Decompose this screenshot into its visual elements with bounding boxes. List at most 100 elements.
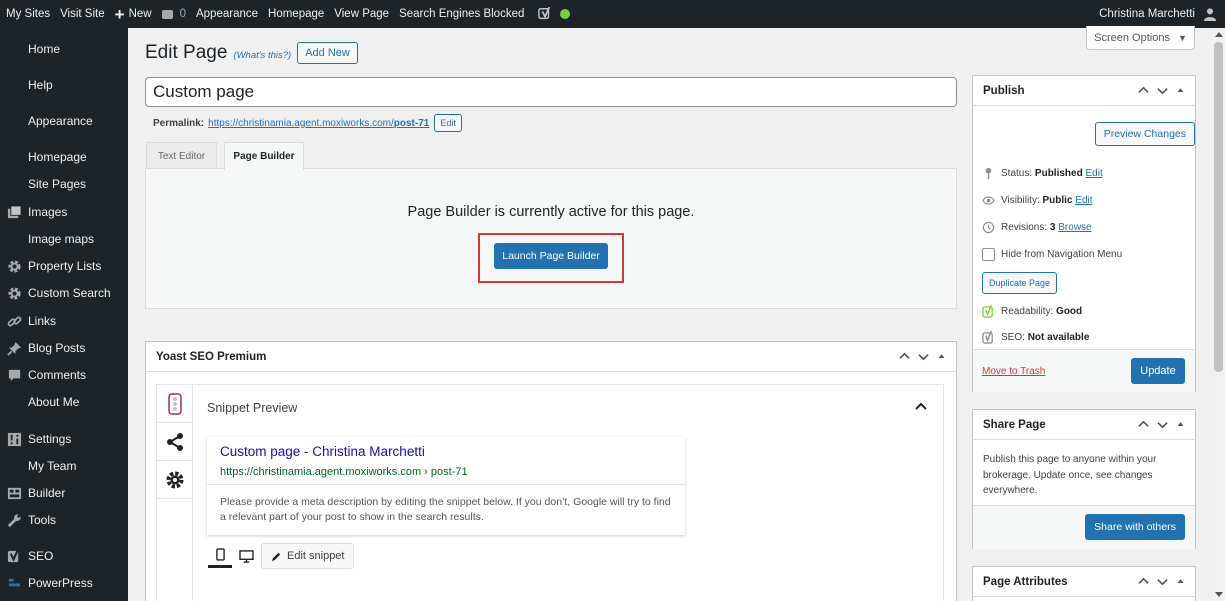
permalink-edit-button[interactable]: Edit <box>434 114 462 132</box>
toggle-panel-icon[interactable] <box>937 352 946 361</box>
hide-nav-checkbox[interactable] <box>982 248 995 261</box>
edit-snippet-button[interactable]: Edit snippet <box>261 543 355 569</box>
revisions-label: Revisions: <box>1001 222 1048 233</box>
launch-page-builder-button[interactable]: Launch Page Builder <box>494 243 608 269</box>
sidebar-item-about-me[interactable]: About Me <box>0 390 128 414</box>
tab-page-builder[interactable]: Page Builder <box>224 142 304 170</box>
sidebar-item-builder[interactable]: Builder <box>0 481 128 505</box>
status-label: Status: <box>1001 168 1033 179</box>
whats-this-link[interactable]: (What's this?) <box>233 50 291 61</box>
preview-changes-button[interactable]: Preview Changes <box>1094 122 1195 146</box>
seo-status-dot <box>560 9 571 19</box>
scroll-up-arrow[interactable] <box>1215 32 1223 37</box>
sidebar-item-appearance[interactable]: Appearance <box>0 109 128 133</box>
yoast-admin-menu[interactable] <box>529 0 575 28</box>
chevron-down-icon[interactable] <box>918 351 929 362</box>
duplicate-page-button[interactable]: Duplicate Page <box>982 272 1058 294</box>
new-content-menu[interactable]: + New <box>110 0 157 28</box>
chevron-down-icon[interactable] <box>1157 85 1168 96</box>
yoast-tab-social[interactable] <box>157 423 193 461</box>
toggle-panel-icon[interactable] <box>1176 86 1185 95</box>
wrench-icon <box>7 513 21 527</box>
tab-text-editor[interactable]: Text Editor <box>146 142 217 169</box>
sidebar-item-seo[interactable]: SEO <box>0 544 128 568</box>
mobile-preview-button[interactable] <box>208 544 232 568</box>
toggle-panel-icon[interactable] <box>1176 577 1185 586</box>
browse-revisions-link[interactable]: Browse <box>1058 222 1091 233</box>
sidebar-item-label: Builder <box>28 486 66 500</box>
scroll-down-arrow[interactable] <box>1215 592 1223 597</box>
permalink-link[interactable]: https://christinamia.agent.moxiworks.com… <box>208 118 429 129</box>
chevron-up-icon[interactable] <box>1138 419 1149 430</box>
snippet-title: Custom page - Christina Marchetti <box>220 444 425 459</box>
revisions-value: 3 <box>1049 222 1056 233</box>
sidebar-item-settings[interactable]: Settings <box>0 427 128 451</box>
chevron-up-icon[interactable] <box>1138 85 1149 96</box>
sidebar-item-blog-posts[interactable]: Blog Posts <box>0 336 128 360</box>
move-to-trash-link[interactable]: Move to Trash <box>982 366 1045 377</box>
chevron-down-icon[interactable] <box>1157 576 1168 587</box>
title-input[interactable]: Custom page <box>145 77 957 107</box>
desktop-preview-button[interactable] <box>234 544 258 568</box>
chevron-up-icon[interactable] <box>899 351 910 362</box>
add-new-button[interactable]: Add New <box>297 42 358 64</box>
powerpress-icon <box>8 578 20 586</box>
comment-bubble-icon <box>161 9 173 19</box>
page-scrollbar[interactable] <box>1212 28 1225 601</box>
page-builder-message: Page Builder is currently active for thi… <box>407 204 695 220</box>
scroll-thumb[interactable] <box>1214 42 1223 372</box>
hide-nav-row: Hide from Navigation Menu <box>982 248 1122 261</box>
page-title: Edit Page <box>145 42 228 63</box>
sidebar-item-images[interactable]: Images <box>0 200 128 224</box>
visibility-edit-link[interactable]: Edit <box>1075 195 1092 206</box>
chevron-up-icon[interactable] <box>1138 576 1149 587</box>
chevron-up-icon[interactable] <box>915 401 927 411</box>
update-button[interactable]: Update <box>1131 358 1185 384</box>
sidebar-item-label: PowerPress <box>28 576 93 590</box>
publish-actions: Move to Trash Update <box>973 349 1195 392</box>
sidebar-item-my-team[interactable]: My Team <box>0 454 128 478</box>
publish-box-header: Publish <box>973 76 1195 106</box>
share-box-title: Share Page <box>983 418 1046 431</box>
sidebar-item-custom-search[interactable]: Custom Search <box>0 281 128 305</box>
status-edit-link[interactable]: Edit <box>1086 168 1103 179</box>
yoast-tab-settings[interactable] <box>157 461 193 499</box>
yoast-tab-seo[interactable] <box>157 385 193 423</box>
sidebar-item-help[interactable]: Help <box>0 73 128 97</box>
appearance-link[interactable]: Appearance <box>191 0 263 28</box>
comments-link[interactable]: 0 <box>157 0 191 28</box>
sidebar-item-image-maps[interactable]: Image maps <box>0 227 128 251</box>
edit-snippet-label: Edit snippet <box>287 550 345 562</box>
sidebar-item-homepage[interactable]: Homepage <box>0 145 128 169</box>
sidebar-item-links[interactable]: Links <box>0 309 128 333</box>
toggle-panel-icon[interactable] <box>1176 420 1185 429</box>
chevron-down-icon[interactable] <box>1157 419 1168 430</box>
page-builder-panel: Page Builder is currently active for thi… <box>145 168 957 309</box>
seo-value: Not available <box>1027 332 1090 343</box>
screen-options-toggle[interactable]: Screen Options ▼ <box>1086 26 1195 50</box>
settings-icon <box>7 432 21 446</box>
view-page-link[interactable]: View Page <box>329 0 394 28</box>
sidebar-item-home[interactable]: Home <box>0 37 128 61</box>
user-account-menu[interactable]: Christina Marchetti <box>1094 0 1225 28</box>
status-row: Status: Published Edit <box>982 167 1103 180</box>
sidebar-item-comments[interactable]: Comments <box>0 363 128 387</box>
share-with-others-button[interactable]: Share with others <box>1085 514 1185 540</box>
publish-box: Publish Preview Changes Status: Publishe… <box>972 75 1196 392</box>
search-engines-blocked-link[interactable]: Search Engines Blocked <box>394 0 529 28</box>
yoast-icon <box>7 548 19 562</box>
eye-icon <box>982 196 995 205</box>
sidebar-item-tools[interactable]: Tools <box>0 508 128 532</box>
share-actions: Share with others <box>973 505 1195 549</box>
visit-site-link[interactable]: Visit Site <box>55 0 110 28</box>
sidebar-item-label: SEO <box>28 549 54 563</box>
sidebar-item-property-lists[interactable]: Property Lists <box>0 254 128 278</box>
sidebar-item-powerpress[interactable]: PowerPress <box>0 571 128 595</box>
sidebar-item-site-pages[interactable]: Site Pages <box>0 172 128 196</box>
sidebar-item-label: Custom Search <box>28 286 111 300</box>
homepage-link[interactable]: Homepage <box>263 0 329 28</box>
pin-icon <box>985 167 992 180</box>
my-sites-link[interactable]: My Sites <box>0 0 55 28</box>
avatar-icon <box>1203 8 1217 21</box>
sidebar-item-label: Property Lists <box>28 259 102 273</box>
